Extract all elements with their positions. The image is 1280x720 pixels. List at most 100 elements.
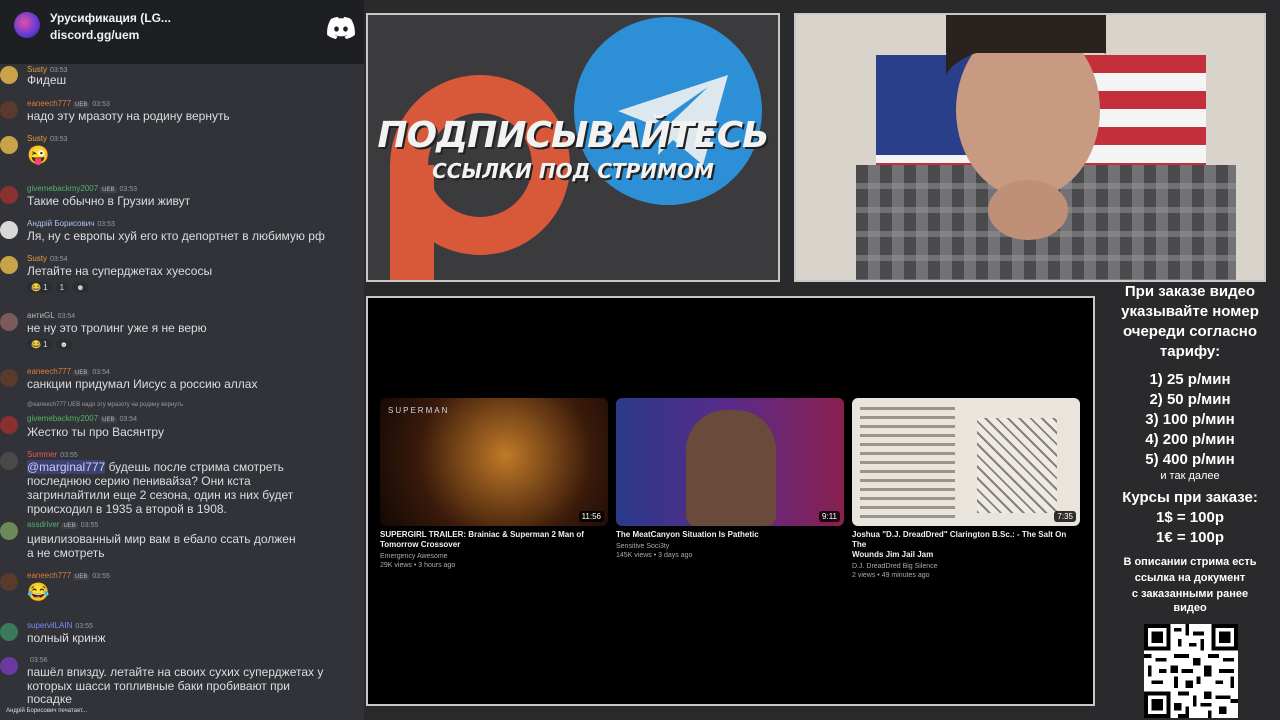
server-invite-link[interactable]: discord.gg/uem xyxy=(50,28,139,42)
username[interactable]: supervilLAIN xyxy=(27,621,72,630)
typing-indicator: Андрій Борисович печатает... xyxy=(6,708,88,714)
description-note: ссылка на документ xyxy=(1134,572,1246,584)
emoji-message: 😂 xyxy=(27,582,50,602)
rate-usd: 1$ = 100р xyxy=(1156,509,1224,526)
message-meta: givemebackmy2007 UEB 03:53 xyxy=(27,184,137,193)
video-title[interactable]: The MeatCanyon Situation Is Pathetic xyxy=(616,530,844,540)
message-meta: 03:56 xyxy=(27,655,48,664)
timestamp: 03:54 xyxy=(57,313,76,320)
username[interactable]: Андрій Борисович xyxy=(27,219,94,228)
message-text-line: посадке xyxy=(27,692,72,706)
video-title-line: Tomorrow Crossover xyxy=(380,540,461,549)
reaction[interactable]: 😂 1 xyxy=(27,339,52,350)
role-tag: UEB xyxy=(100,417,117,423)
reaction[interactable]: ☻ xyxy=(55,339,73,350)
message-text-line: загринлайтили еще 2 сезона, один из них … xyxy=(27,488,294,502)
role-tag: UEB xyxy=(61,523,78,529)
message-text: Фидеш xyxy=(27,73,67,87)
tariff-item: 2) 50 р/мин xyxy=(1149,391,1231,408)
video-title[interactable]: Joshua "D.J. DreadDred" Clarington B.Sc.… xyxy=(852,530,1080,560)
username[interactable]: Susty xyxy=(27,254,47,263)
timestamp: 03:55 xyxy=(60,452,78,459)
reply-preview[interactable]: @eaneech777 UEB надо эту мразоту на роди… xyxy=(27,402,183,408)
server-icon[interactable] xyxy=(14,12,40,38)
username[interactable]: eaneech777 xyxy=(27,571,71,580)
timestamp: 03:54 xyxy=(119,416,138,423)
video-thumbnail[interactable]: SUPERMAN 11:56 xyxy=(380,398,608,526)
message-meta: eaneech777 UEB 03:54 xyxy=(27,367,110,376)
description-note: видео xyxy=(1173,602,1207,614)
video-duration: 11:56 xyxy=(578,511,604,522)
video-channel[interactable]: D.J. DreadDred Big Silence xyxy=(852,563,1080,570)
message-text-line: которых шасси топливные баки пробивают п… xyxy=(27,679,291,693)
timestamp: 03:53 xyxy=(97,221,115,228)
username[interactable]: givemebackmy2007 xyxy=(27,414,98,423)
message-meta: Summer 03:55 xyxy=(27,450,78,459)
role-tag: UEB xyxy=(73,370,90,376)
username[interactable]: eaneech777 xyxy=(27,367,71,376)
avatar xyxy=(0,657,18,675)
video-thumbnail[interactable]: 7:35 xyxy=(852,398,1080,526)
username[interactable]: антиGL xyxy=(27,311,55,320)
video-title[interactable]: SUPERGIRL TRAILER: Brainiac & Superman 2… xyxy=(380,530,608,550)
timestamp: 03:53 xyxy=(119,186,138,193)
subscribe-promo-panel: ПОДПИСЫВАЙТЕСЬ ССЫЛКИ ПОД СТРИМОМ xyxy=(366,13,780,282)
message-text: Ля, ну с европы хуй его кто депортнет в … xyxy=(27,229,325,243)
avatar xyxy=(0,623,18,641)
timestamp: 03:54 xyxy=(92,369,110,376)
video-card[interactable]: 9:11 The MeatCanyon Situation Is Patheti… xyxy=(616,398,844,559)
video-duration: 7:35 xyxy=(1054,511,1076,522)
reactions: 😂 1 ☻ xyxy=(27,339,76,350)
avatar xyxy=(0,452,18,470)
tariff-item: 5) 400 р/мин xyxy=(1145,451,1235,468)
video-title-line: Wounds Jim Jail Jam xyxy=(852,550,934,559)
thumbnail-person xyxy=(686,410,776,526)
message-text-line: цивилизованный мир вам в ебало ссать дол… xyxy=(27,532,296,546)
username[interactable]: eaneech777 xyxy=(27,99,71,108)
avatar xyxy=(0,221,18,239)
user-mention[interactable]: @marginal777 xyxy=(27,460,106,474)
chat-header: Урусификация (LG... discord.gg/uem xyxy=(0,0,364,64)
message-text: Жестко ты про Васянтру xyxy=(27,425,164,439)
video-stats: 2 views • 49 minutes ago xyxy=(852,572,930,579)
message-meta: supervilLAIN 03:55 xyxy=(27,621,93,630)
video-channel[interactable]: Emergency Awesome xyxy=(380,553,608,560)
info-line: тарифу: xyxy=(1159,343,1221,360)
video-card[interactable]: SUPERMAN 11:56 SUPERGIRL TRAILER: Braini… xyxy=(380,398,608,569)
description-note: В описании стрима есть xyxy=(1123,556,1257,568)
role-tag: UEB xyxy=(73,574,90,580)
thumbnail-sketch xyxy=(860,406,955,518)
timestamp: 03:55 xyxy=(75,623,93,630)
message-text: Летайте на суперджетах хуесосы xyxy=(27,264,213,278)
order-info-panel: При заказе видео указывайте номер очеред… xyxy=(1100,282,1280,614)
video-thumbnail[interactable]: 9:11 xyxy=(616,398,844,526)
username[interactable]: givemebackmy2007 xyxy=(27,184,98,193)
discord-chat-panel: Урусификация (LG... discord.gg/uem Susty… xyxy=(0,0,364,720)
video-card[interactable]: 7:35 Joshua "D.J. DreadDred" Clarington … xyxy=(852,398,1080,579)
username[interactable]: assdriver xyxy=(27,520,59,529)
message-meta: Susty 03:54 xyxy=(27,254,68,263)
avatar xyxy=(0,66,18,84)
info-line: очереди согласно xyxy=(1122,323,1258,340)
username[interactable]: Summer xyxy=(27,450,57,459)
avatar xyxy=(0,369,18,387)
message-text-line: пашёл впизду. летайте на своих сухих суп… xyxy=(27,665,324,679)
video-title-line: Joshua "D.J. DreadDred" Clarington B.Sc.… xyxy=(852,530,1067,549)
avatar xyxy=(0,136,18,154)
message-text: не ну это тролинг уже я не верю xyxy=(27,321,207,335)
message-text-line: последнюю серию пенивайза? Они кста xyxy=(27,474,251,488)
promo-title: ПОДПИСЫВАЙТЕСЬ xyxy=(377,115,769,156)
video-channel[interactable]: Sensitive Soci3ty xyxy=(616,543,844,550)
reaction[interactable]: 1 xyxy=(55,282,69,293)
tariff-item: 1) 25 р/мин xyxy=(1149,371,1231,388)
reaction[interactable]: 😂 1 xyxy=(27,282,52,293)
info-line: При заказе видео xyxy=(1124,283,1256,300)
info-line: указывайте номер xyxy=(1121,303,1259,320)
username[interactable]: Susty xyxy=(27,134,47,143)
role-tag: UEB xyxy=(100,187,117,193)
avatar xyxy=(0,186,18,204)
timestamp: 03:54 xyxy=(50,256,68,263)
reaction[interactable]: ☻ xyxy=(72,282,89,293)
message-text: полный кринж xyxy=(27,631,106,645)
thumbnail-sketch xyxy=(977,418,1057,513)
